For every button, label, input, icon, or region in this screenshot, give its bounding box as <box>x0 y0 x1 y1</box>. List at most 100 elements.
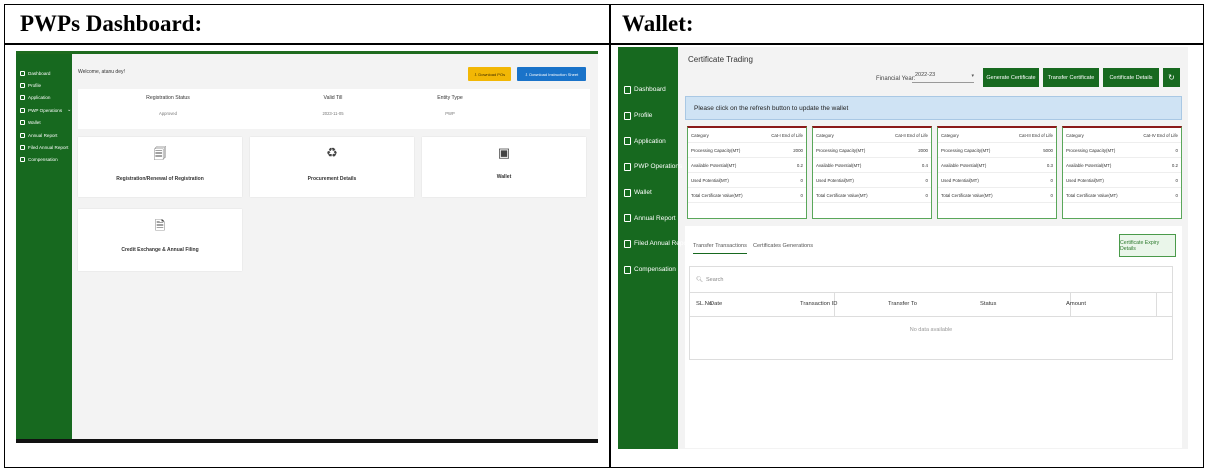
category-card-row: Category Cat-IV End of Life <box>1063 128 1181 143</box>
row-value: 0 <box>800 177 803 183</box>
heading-wallet: Wallet: <box>622 11 694 36</box>
category-card-row: Used Potential(MT) 0 <box>688 173 806 188</box>
tab-certificates-generations[interactable]: Certificates Generations <box>753 243 813 249</box>
row-label: Available Potential(MT) <box>941 162 987 168</box>
sidebar-item-label: Application <box>28 95 51 101</box>
row-label: Available Potential(MT) <box>816 162 862 168</box>
download-pos-button[interactable]: ⇩ Download POs <box>468 67 511 81</box>
category-card-row: Used Potential(MT) 0 <box>813 173 931 188</box>
sidebar-item-application[interactable]: Application <box>618 128 678 154</box>
row-value: 0 <box>925 192 928 198</box>
compensation-icon <box>624 265 631 274</box>
category-card-row: Processing Capacity(MT) 5000 <box>938 143 1056 158</box>
report-icon <box>624 214 631 223</box>
valid-till-value: 2023-11-05 <box>322 111 344 116</box>
dashboard-icon <box>20 70 25 76</box>
row-label: Used Potential(MT) <box>1066 177 1104 183</box>
tile-procurement[interactable]: ♻ Procurement Details <box>250 137 414 197</box>
registration-card: Registration Status Approved Valid Till … <box>78 89 590 129</box>
sidebar-item-compensation[interactable]: Compensation <box>618 257 678 283</box>
sidebar-item-compensation[interactable]: Compensation <box>16 154 72 166</box>
filed-report-icon <box>624 239 631 248</box>
sidebar-item-annual-report[interactable]: Annual Report <box>16 129 72 141</box>
chevron-down-icon: ⌄ <box>67 107 72 114</box>
sidebar-item-pwp-operations[interactable]: PWP Operations⌄ <box>618 154 692 180</box>
certificate-expiry-button[interactable]: Certificate Expiry Details <box>1119 234 1176 257</box>
sidebar-item-wallet[interactable]: Wallet <box>618 180 678 206</box>
sidebar-item-filed-annual-report[interactable]: Filed Annual Report <box>16 141 72 153</box>
row-label: Processing Capacity(MT) <box>941 147 991 153</box>
column-header[interactable]: Transfer To <box>888 301 917 307</box>
row-value: 0 <box>1175 177 1178 183</box>
sidebar-item-profile[interactable]: Profile <box>618 103 678 129</box>
generate-certificate-button[interactable]: Generate Certificate <box>983 68 1039 87</box>
row-value: 2000 <box>918 147 928 153</box>
chevron-down-icon: ▾ <box>971 73 974 79</box>
tile-procurement-label: Procurement Details <box>307 176 357 182</box>
sidebar-item-label: Profile <box>28 83 42 89</box>
sidebar-item-filed-annual-report[interactable]: Filed Annual Report <box>618 231 691 257</box>
row-value: 0 <box>1050 192 1053 198</box>
row-label: Available Potential(MT) <box>1066 162 1112 168</box>
certificate-details-button[interactable]: Certificate Details <box>1103 68 1159 87</box>
tab-transfer-transactions[interactable]: Transfer Transactions <box>693 243 747 254</box>
category-card: Category Cat-III End of Life Processing Ca… <box>937 126 1057 219</box>
column-header[interactable]: Transaction ID <box>800 301 837 307</box>
category-card-row: Available Potential(MT) 0.2 <box>1063 158 1181 173</box>
financial-year-value: 2022-23 <box>915 72 936 78</box>
row-value: 0 <box>1175 192 1178 198</box>
tile-credit-exchange[interactable]: 🗎 Credit Exchange & Annual Filing <box>78 209 242 271</box>
valid-till: Valid Till 2023-11-05 <box>283 95 383 116</box>
column-header[interactable]: Status <box>980 301 996 307</box>
sidebar-item-application[interactable]: Application <box>16 92 72 104</box>
sidebar-item-label: Profile <box>634 112 653 120</box>
user-icon <box>624 111 631 120</box>
category-card-row: Available Potential(MT) 0.2 <box>688 158 806 173</box>
sidebar-item-pwp-operations[interactable]: PWP Operations⌄ <box>16 104 72 116</box>
category-card: Category Cat-IV End of Life Processing Cap… <box>1062 126 1182 219</box>
column-divider <box>1156 293 1157 317</box>
page-title: Certificate Trading <box>688 55 753 64</box>
tile-wallet[interactable]: ▣ Wallet <box>422 137 586 197</box>
category-card-row: Category Cat-II End of Life <box>813 128 931 143</box>
sidebar-item-dashboard[interactable]: Dashboard <box>16 67 72 79</box>
row-value: 0.4 <box>921 162 928 168</box>
sidebar-item-wallet[interactable]: Wallet <box>16 117 72 129</box>
column-header[interactable]: Date <box>710 301 722 307</box>
row-value: 0 <box>1175 147 1178 153</box>
tile-credit-exchange-label: Credit Exchange & Annual Filing <box>121 247 199 253</box>
sidebar-item-label: Wallet <box>634 189 652 197</box>
sidebar: Dashboard Profile Application PWP Operation… <box>618 47 692 449</box>
entity-type: Entity Type PWP <box>400 95 500 116</box>
sidebar-item-profile[interactable]: Profile <box>16 79 72 91</box>
search-icon: 🔍︎ <box>696 277 703 283</box>
sidebar-item-dashboard[interactable]: Dashboard <box>618 77 678 103</box>
pwp-dashboard-screenshot: Dashboard Profile Application PWP Operation… <box>16 51 598 443</box>
tile-registration[interactable]: 🗐 Registration/Renewal of Registration <box>78 137 242 197</box>
welcome-text: Welcome, atanu dey! <box>78 69 125 75</box>
financial-year-select[interactable]: 2022-23 ▾ <box>912 72 974 83</box>
refresh-button[interactable]: ↻ <box>1163 68 1180 87</box>
sidebar-item-annual-report[interactable]: Annual Report <box>618 205 678 231</box>
category-card-row: Used Potential(MT) 0 <box>938 173 1056 188</box>
search-input[interactable]: 🔍︎ Search <box>690 267 1172 293</box>
table-divider <box>5 43 1203 45</box>
row-label: Processing Capacity(MT) <box>816 147 866 153</box>
operations-icon <box>624 162 631 171</box>
row-label: Category <box>691 132 709 138</box>
column-header[interactable]: Amount <box>1066 301 1086 307</box>
category-card-row: Processing Capacity(MT) 2000 <box>813 143 931 158</box>
transfer-certificate-button[interactable]: Transfer Certificate <box>1043 68 1099 87</box>
row-label: Category <box>816 132 834 138</box>
edit-document-icon: 🗐 <box>153 146 167 161</box>
category-card-row: Total Certificate Value(MT) 0 <box>938 188 1056 203</box>
row-label: Used Potential(MT) <box>816 177 854 183</box>
sidebar-item-label: Dashboard <box>28 70 51 76</box>
sidebar-item-label: Annual Report <box>634 214 676 222</box>
application-icon <box>624 137 631 146</box>
empty-state: No data available <box>909 327 953 333</box>
row-label: Processing Capacity(MT) <box>1066 147 1116 153</box>
category-card-row: Total Certificate Value(MT) 0 <box>1063 188 1181 203</box>
download-instruction-button[interactable]: ⇩ Download Instruction Sheet <box>517 67 586 81</box>
row-value: 0 <box>925 177 928 183</box>
